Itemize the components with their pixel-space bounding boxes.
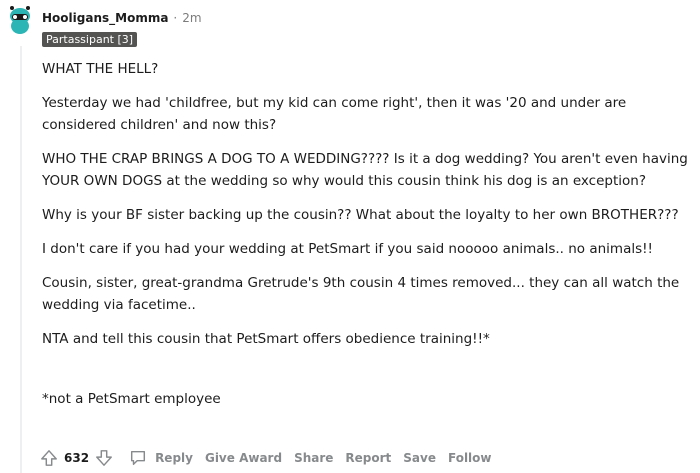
user-flair: Partassipant [3] <box>42 32 138 47</box>
upvote-arrow-icon[interactable] <box>38 447 60 469</box>
avatar[interactable] <box>4 4 36 36</box>
reply-button[interactable]: Reply <box>127 447 193 469</box>
username[interactable]: Hooligans_Momma <box>42 11 168 25</box>
comment-paragraph: WHO THE CRAP BRINGS A DOG TO A WEDDING??… <box>42 151 688 189</box>
comment-paragraph: WHAT THE HELL? <box>42 61 159 77</box>
comment-paragraph: Cousin, sister, great-grandma Gretrude's… <box>42 275 680 313</box>
follow-button[interactable]: Follow <box>448 451 492 465</box>
share-button[interactable]: Share <box>294 451 333 465</box>
vote-count: 632 <box>64 451 90 465</box>
downvote-arrow-icon[interactable] <box>93 447 115 469</box>
speech-bubble-icon <box>127 447 149 469</box>
report-button[interactable]: Report <box>345 451 391 465</box>
comment-paragraph: NTA and tell this cousin that PetSmart o… <box>42 331 490 347</box>
separator-dot: · <box>173 11 178 25</box>
comment-paragraph: Why is your BF sister backing up the cou… <box>42 207 679 223</box>
comment-header: Hooligans_Momma · 2m <box>42 8 202 28</box>
comment-paragraph: Yesterday we had 'childfree, but my kid … <box>42 95 627 133</box>
comment-body: WHAT THE HELL? Yesterday we had 'childfr… <box>42 58 697 422</box>
comment-actions: 632 Reply Give Award Share Report Save F… <box>38 445 492 471</box>
reply-label: Reply <box>155 451 193 465</box>
timestamp[interactable]: 2m <box>182 11 201 25</box>
thread-line[interactable] <box>20 46 22 473</box>
comment-footnote: *not a PetSmart employee <box>42 391 221 407</box>
save-button[interactable]: Save <box>403 451 436 465</box>
give-award-button[interactable]: Give Award <box>205 451 282 465</box>
comment-paragraph: I don't care if you had your wedding at … <box>42 241 653 257</box>
